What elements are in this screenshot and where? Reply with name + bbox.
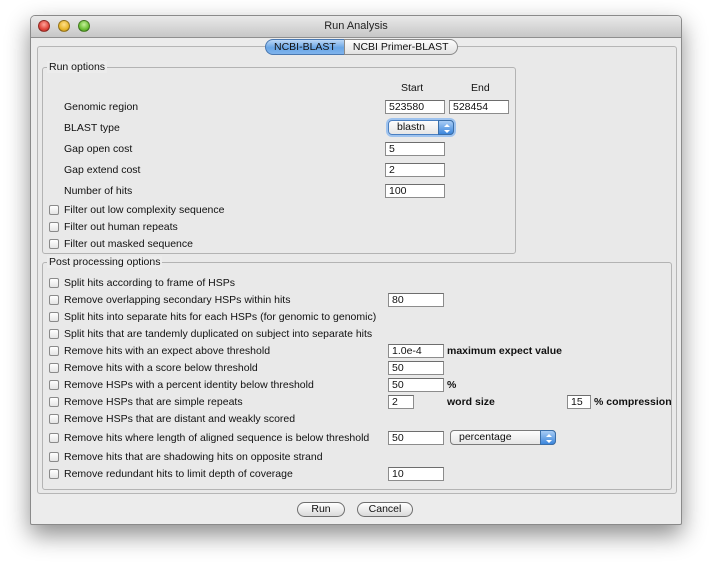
filter-low-complexity-label: Filter out low complexity sequence [64, 204, 225, 216]
tab-content: Run options Start End Genomic region 523… [37, 46, 677, 494]
window-title: Run Analysis [324, 20, 388, 32]
remove-expect-checkbox[interactable] [49, 346, 59, 356]
gap-open-label: Gap open cost [64, 143, 133, 155]
post-processing-title: Post processing options [47, 256, 163, 268]
remove-identity-label: Remove HSPs with a percent identity belo… [64, 379, 314, 391]
run-options-title: Run options [47, 61, 108, 73]
identity-threshold-field[interactable]: 50 [388, 378, 444, 392]
post-processing-group: Post processing options Split hits accor… [42, 256, 672, 490]
remove-length-checkbox[interactable] [49, 433, 59, 443]
length-unit-value: percentage [459, 431, 512, 443]
remove-score-checkbox[interactable] [49, 363, 59, 373]
region-end-field[interactable]: 528454 [449, 100, 509, 114]
number-of-hits-label: Number of hits [64, 185, 133, 197]
run-options-group: Run options Start End Genomic region 523… [42, 61, 516, 254]
updown-arrows-icon [540, 430, 556, 445]
max-expect-label: maximum expect value [447, 345, 562, 357]
word-size-field[interactable]: 2 [388, 395, 414, 409]
word-size-label: word size [447, 396, 495, 408]
filter-human-repeats-label: Filter out human repeats [64, 221, 178, 233]
run-button[interactable]: Run [297, 502, 345, 517]
expect-threshold-field[interactable]: 1.0e-4 [388, 344, 444, 358]
gap-extend-label: Gap extend cost [64, 164, 141, 176]
blast-type-select[interactable]: blastn [388, 120, 454, 135]
region-start-field[interactable]: 523580 [385, 100, 445, 114]
gap-extend-field[interactable]: 2 [385, 163, 445, 177]
split-frame-checkbox[interactable] [49, 278, 59, 288]
filter-masked-checkbox[interactable] [49, 239, 59, 249]
remove-overlapping-field[interactable]: 80 [388, 293, 444, 307]
remove-score-label: Remove hits with a score below threshold [64, 362, 258, 374]
remove-expect-label: Remove hits with an expect above thresho… [64, 345, 271, 357]
remove-simple-repeats-checkbox[interactable] [49, 397, 59, 407]
split-hsps-checkbox[interactable] [49, 312, 59, 322]
compression-label: % compression [594, 396, 672, 408]
remove-overlapping-label: Remove overlapping secondary HSPs within… [64, 294, 291, 306]
split-frame-label: Split hits according to frame of HSPs [64, 277, 235, 289]
tab-bar: NCBI-BLAST NCBI Primer-BLAST [265, 39, 458, 55]
cancel-button[interactable]: Cancel [357, 502, 413, 517]
percent-label: % [447, 379, 457, 391]
compression-field[interactable]: 15 [567, 395, 591, 409]
split-hsps-label: Split hits into separate hits for each H… [64, 311, 377, 323]
end-column-header: End [471, 82, 490, 94]
remove-shadowing-checkbox[interactable] [49, 452, 59, 462]
length-unit-select[interactable]: percentage [450, 430, 556, 445]
blast-type-value: blastn [397, 121, 426, 133]
gap-open-field[interactable]: 5 [385, 142, 445, 156]
number-of-hits-field[interactable]: 100 [385, 184, 445, 198]
remove-simple-repeats-label: Remove HSPs that are simple repeats [64, 396, 243, 408]
start-column-header: Start [401, 82, 424, 94]
remove-length-label: Remove hits where length of aligned sequ… [64, 432, 370, 444]
run-analysis-window: Run Analysis NCBI-BLAST NCBI Primer-BLAS… [30, 15, 682, 525]
title-bar: Run Analysis [31, 16, 681, 38]
genomic-region-label: Genomic region [64, 101, 139, 113]
coverage-depth-field[interactable]: 10 [388, 467, 444, 481]
blast-type-label: BLAST type [64, 122, 120, 134]
remove-shadowing-label: Remove hits that are shadowing hits on o… [64, 451, 323, 463]
tab-ncbi-primer-blast[interactable]: NCBI Primer-BLAST [343, 39, 458, 55]
filter-masked-label: Filter out masked sequence [64, 238, 193, 250]
remove-redundant-label: Remove redundant hits to limit depth of … [64, 468, 293, 480]
score-threshold-field[interactable]: 50 [388, 361, 444, 375]
remove-overlapping-checkbox[interactable] [49, 295, 59, 305]
filter-low-complexity-checkbox[interactable] [49, 205, 59, 215]
remove-distant-checkbox[interactable] [49, 414, 59, 424]
remove-identity-checkbox[interactable] [49, 380, 59, 390]
remove-redundant-checkbox[interactable] [49, 469, 59, 479]
updown-arrows-icon [438, 120, 454, 135]
filter-human-repeats-checkbox[interactable] [49, 222, 59, 232]
split-tandem-checkbox[interactable] [49, 329, 59, 339]
tab-ncbi-blast[interactable]: NCBI-BLAST [265, 39, 344, 55]
length-threshold-field[interactable]: 50 [388, 431, 444, 445]
remove-distant-label: Remove HSPs that are distant and weakly … [64, 413, 296, 425]
split-tandem-label: Split hits that are tandemly duplicated … [64, 328, 373, 340]
